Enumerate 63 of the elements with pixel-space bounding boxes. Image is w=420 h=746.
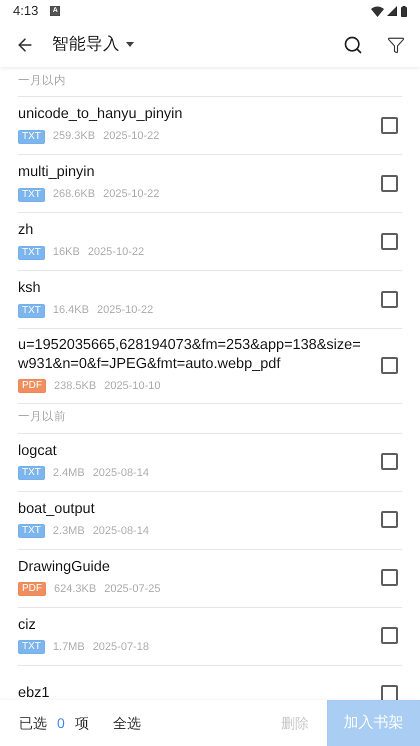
checkbox[interactable] [381,290,398,308]
file-type-tag: TXT [18,130,45,144]
file-name: zh [18,221,34,240]
file-name: boat_output [18,500,96,519]
file-size: 2.3MB [52,524,85,539]
title-dropdown[interactable]: 智能导入 [52,32,134,57]
file-date: 2025-10-10 [104,379,160,394]
signal-icon [387,6,397,16]
file-date: 2025-10-22 [88,245,144,260]
filter-icon [387,36,405,54]
file-date: 2025-07-25 [104,582,160,597]
wifi-icon [371,6,384,16]
file-name: unicode_to_hanyu_pinyin [18,105,184,124]
file-name: ebz1 [18,684,50,700]
checkbox[interactable] [381,685,398,700]
file-date: 2025-08-14 [92,524,149,539]
file-size: 268.6KB [52,187,96,202]
search-icon [343,34,363,54]
file-type-tag: TXT [18,304,45,318]
file-size: 16.4KB [52,303,89,318]
checkbox[interactable] [381,116,398,134]
checkbox[interactable] [381,453,398,470]
checkbox[interactable] [381,174,398,192]
file-type-tag: TXT [18,246,45,260]
checkbox[interactable] [381,511,398,528]
file-type-tag: TXT [18,466,45,480]
file-size: 16KB [52,245,80,260]
selected-unit: 项 [74,714,89,732]
file-date: 2025-08-14 [92,466,149,481]
checkbox[interactable] [381,232,398,250]
select-all-button[interactable]: 全选 [112,712,141,734]
section-header: 一月以前 [18,410,66,426]
file-date: 2025-10-22 [96,303,154,318]
selected-label: 已选 [19,714,47,732]
status-time: 4:13 [13,2,38,20]
checkbox[interactable] [381,569,398,586]
search-button[interactable] [343,34,363,54]
file-size: 238.5KB [54,379,96,394]
file-name: ciz [18,616,37,635]
filter-button[interactable] [387,36,405,54]
file-type-tag: TXT [18,188,45,202]
file-size: 259.3KB [52,129,96,144]
file-date: 2025-10-22 [103,129,160,144]
file-date: 2025-07-18 [92,640,149,655]
file-name: ksh [18,279,42,298]
file-name: u=1952035665,628194073&fm=253&app=138&size=w931&n=0&f=JPEG&fmt=auto.webp_pdf [18,336,362,374]
file-name: multi_pinyin [18,163,96,182]
file-type-tag: PDF [18,582,46,596]
file-size: 1.7MB [52,640,85,655]
file-type-tag: TXT [18,640,45,654]
file-type-tag: TXT [18,524,45,538]
file-type-tag: PDF [18,379,46,394]
file-size: 624.3KB [54,582,96,597]
selected-count: 0 [57,714,65,732]
checkbox[interactable] [381,356,398,374]
checkbox[interactable] [381,627,398,644]
file-name: DrawingGuide [18,558,111,577]
file-size: 2.4MB [52,466,85,481]
section-header: 一月以内 [18,74,66,89]
file-date: 2025-10-22 [103,187,160,202]
battery-icon [401,6,407,16]
file-name: logcat [18,442,58,461]
caret-icon [126,42,134,47]
